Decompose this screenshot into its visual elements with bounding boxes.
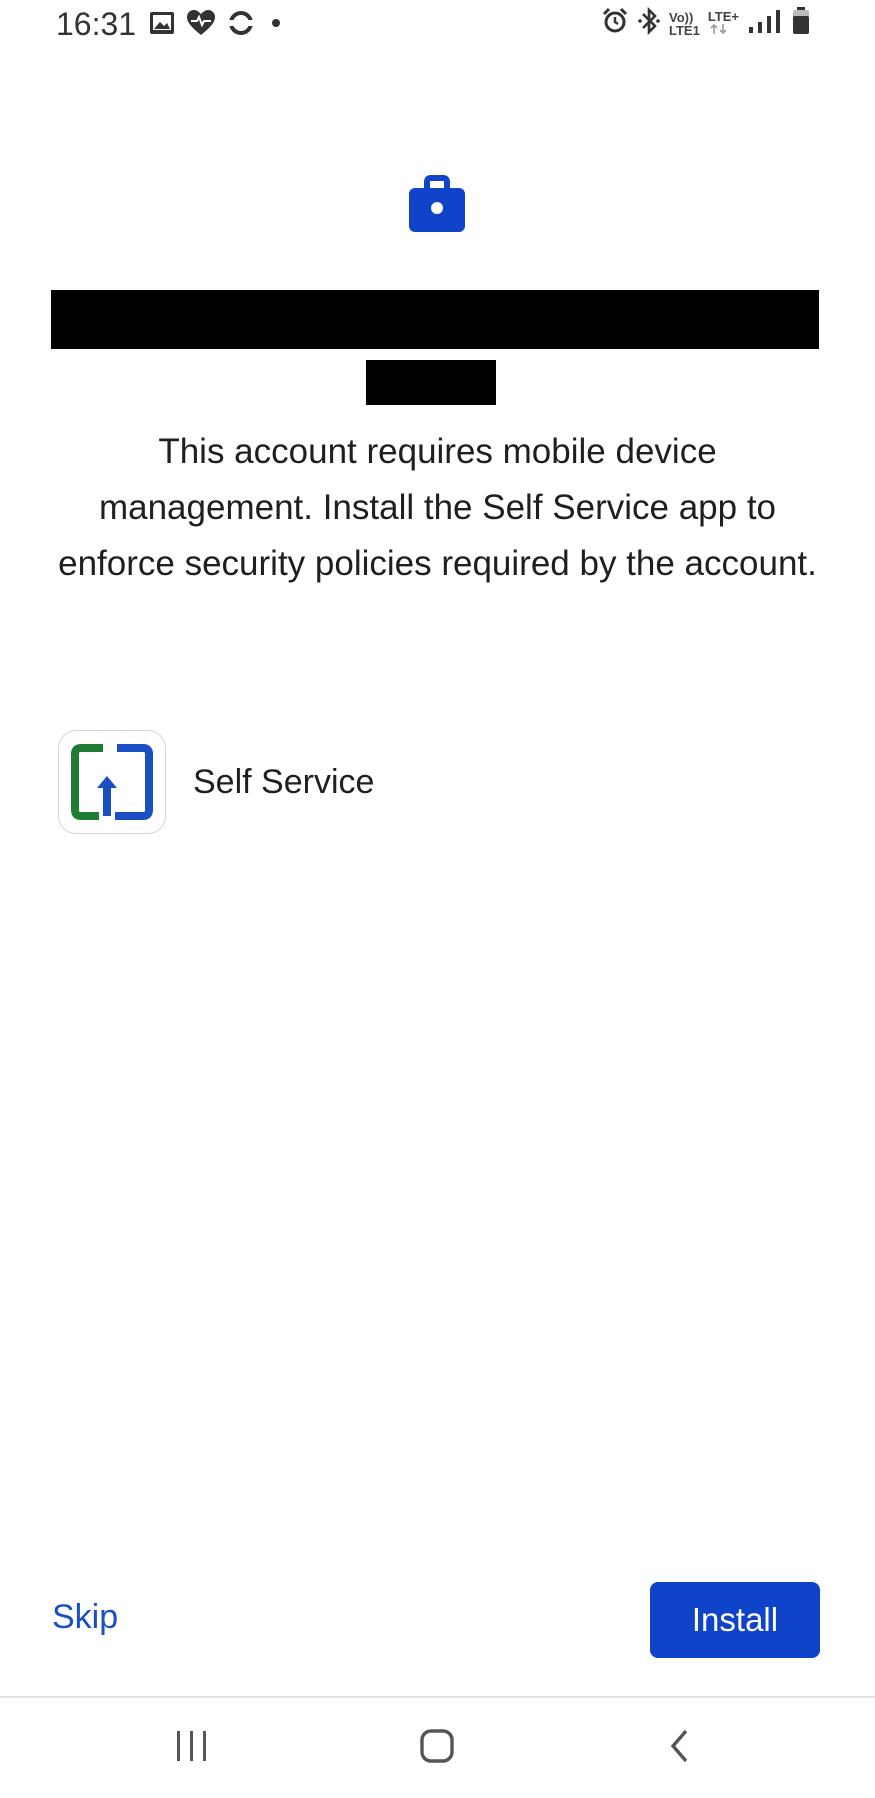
home-button[interactable] bbox=[397, 1718, 477, 1778]
data-arrows-icon bbox=[708, 23, 739, 37]
status-left-icons bbox=[148, 8, 286, 43]
recent-apps-button[interactable] bbox=[152, 1718, 232, 1778]
volte-label-top: Vo)) bbox=[668, 9, 694, 25]
skip-button[interactable]: Skip bbox=[52, 1598, 118, 1637]
redacted-title bbox=[51, 290, 819, 349]
redacted-subtitle bbox=[366, 360, 496, 405]
lte-label: LTE+ bbox=[707, 9, 739, 24]
navigation-bar bbox=[0, 1698, 875, 1798]
status-bar: 16:31 Vo)) LTE1 LTE+ bbox=[0, 0, 875, 50]
dot-icon bbox=[266, 9, 286, 42]
back-button[interactable] bbox=[640, 1718, 720, 1778]
lte-icon: LTE+ bbox=[708, 10, 739, 37]
bluetooth-icon bbox=[637, 6, 661, 41]
self-service-app-icon bbox=[58, 730, 166, 834]
recent-apps-icon bbox=[172, 1728, 212, 1769]
status-time: 16:31 bbox=[56, 6, 137, 42]
app-row: Self Service bbox=[58, 730, 374, 834]
alarm-icon bbox=[601, 7, 629, 40]
install-button[interactable]: Install bbox=[650, 1582, 820, 1658]
image-icon bbox=[148, 9, 176, 42]
mdm-message: This account requires mobile device mana… bbox=[58, 432, 817, 583]
sync-icon bbox=[226, 8, 256, 43]
back-icon bbox=[665, 1726, 695, 1771]
status-right-icons: Vo)) LTE1 LTE+ bbox=[601, 6, 811, 41]
app-name: Self Service bbox=[193, 762, 375, 801]
health-icon bbox=[186, 9, 216, 42]
home-icon bbox=[417, 1726, 457, 1771]
briefcase-lock-icon bbox=[405, 172, 469, 236]
volte-icon: Vo)) LTE1 bbox=[669, 11, 700, 37]
volte-label-bottom: LTE1 bbox=[668, 22, 700, 38]
signal-icon bbox=[747, 7, 783, 40]
battery-icon bbox=[791, 6, 811, 41]
